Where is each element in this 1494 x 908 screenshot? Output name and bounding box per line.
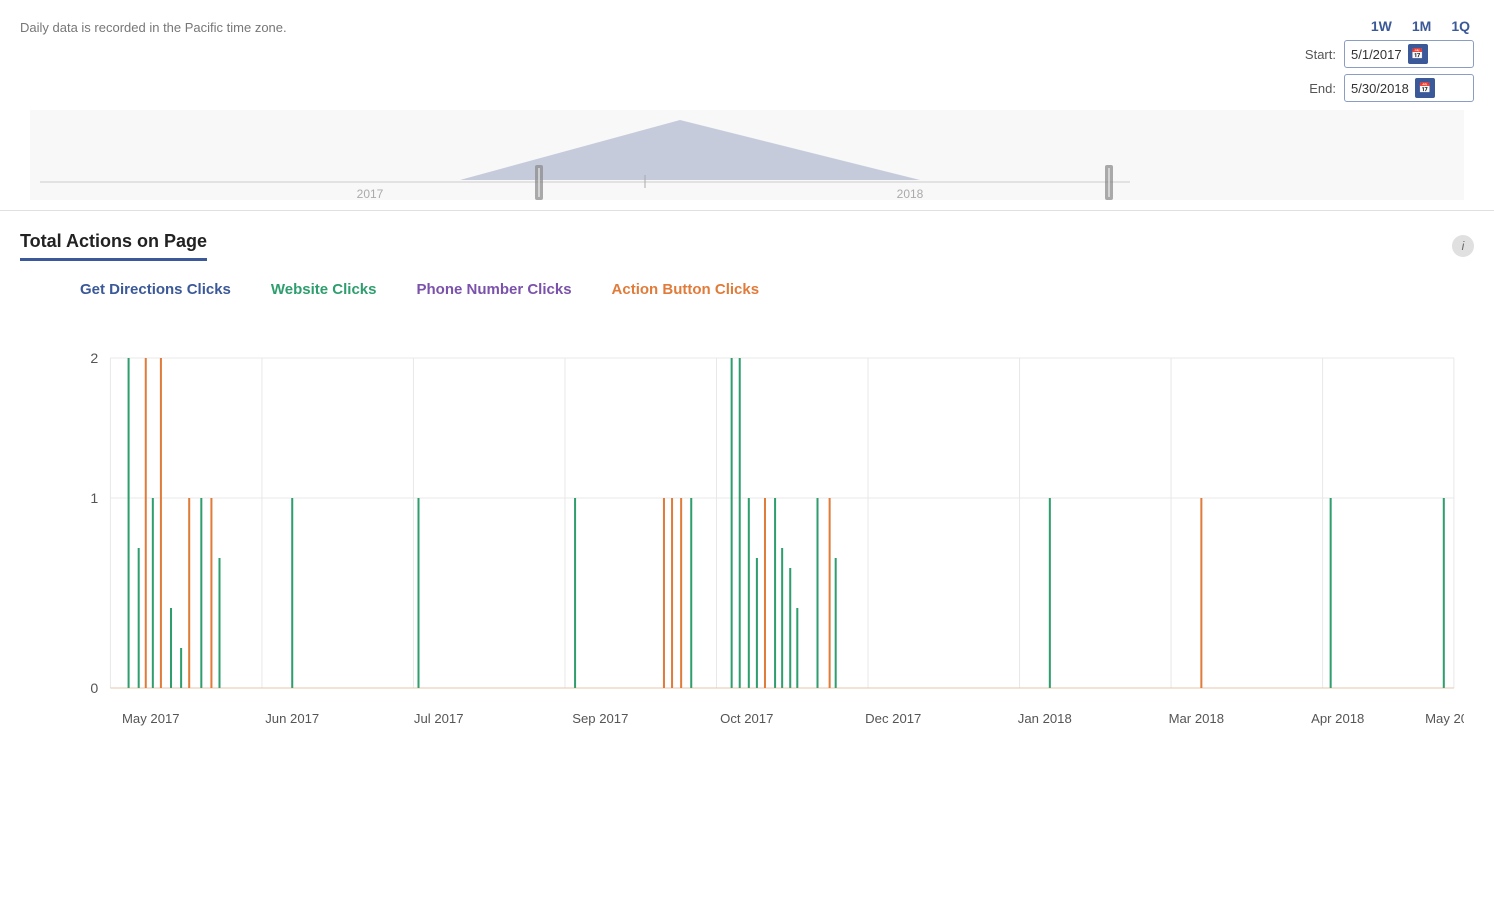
controls-right: 1W 1M 1Q Start: 5/1/2017 📅 End: 5/30/201…	[1301, 16, 1474, 102]
end-label: End:	[1301, 81, 1336, 96]
chart-container: 2 1 0	[70, 308, 1464, 748]
start-date-value: 5/1/2017	[1351, 47, 1402, 62]
svg-text:1: 1	[90, 490, 98, 506]
start-calendar-icon[interactable]: 📅	[1408, 44, 1428, 64]
legend-directions: Get Directions Clicks	[80, 281, 231, 298]
svg-text:Jan 2018: Jan 2018	[1018, 711, 1072, 726]
section-title: Total Actions on Page	[20, 231, 207, 261]
info-icon[interactable]: i	[1452, 235, 1474, 257]
start-date-input[interactable]: 5/1/2017 📅	[1344, 40, 1474, 68]
legend-website: Website Clicks	[271, 281, 377, 298]
minimap-svg: 2017 2018	[30, 110, 1464, 200]
end-calendar-icon[interactable]: 📅	[1415, 78, 1435, 98]
svg-text:May 2017: May 2017	[122, 711, 180, 726]
legend: Get Directions Clicks Website Clicks Pho…	[80, 281, 1474, 298]
svg-text:2017: 2017	[357, 187, 384, 200]
svg-text:Mar 2018: Mar 2018	[1169, 711, 1224, 726]
svg-text:2: 2	[90, 350, 98, 366]
svg-text:Jun 2017: Jun 2017	[265, 711, 319, 726]
svg-text:Apr 2018: Apr 2018	[1311, 711, 1364, 726]
start-date-row: Start: 5/1/2017 📅	[1301, 40, 1474, 68]
end-date-input[interactable]: 5/30/2018 📅	[1344, 74, 1474, 102]
section-header: Total Actions on Page i	[20, 231, 1474, 261]
start-label: Start:	[1301, 47, 1336, 62]
top-header: Daily data is recorded in the Pacific ti…	[20, 16, 1474, 102]
legend-phone: Phone Number Clicks	[417, 281, 572, 298]
svg-text:Sep 2017: Sep 2017	[572, 711, 628, 726]
period-1w-button[interactable]: 1W	[1367, 16, 1396, 36]
period-buttons: 1W 1M 1Q	[1367, 16, 1474, 36]
top-section: Daily data is recorded in the Pacific ti…	[0, 0, 1494, 211]
period-1q-button[interactable]: 1Q	[1447, 16, 1474, 36]
end-date-row: End: 5/30/2018 📅	[1301, 74, 1474, 102]
chart-svg: 2 1 0	[70, 308, 1464, 748]
svg-text:May 2018: May 2018	[1425, 711, 1464, 726]
svg-text:2018: 2018	[897, 187, 924, 200]
svg-text:Dec 2017: Dec 2017	[865, 711, 921, 726]
timezone-note: Daily data is recorded in the Pacific ti…	[20, 16, 287, 35]
svg-text:0: 0	[90, 680, 98, 696]
legend-action: Action Button Clicks	[612, 281, 760, 298]
svg-text:Oct 2017: Oct 2017	[720, 711, 773, 726]
minimap-area: 2017 2018	[20, 110, 1474, 200]
svg-text:Jul 2017: Jul 2017	[414, 711, 464, 726]
main-section: Total Actions on Page i Get Directions C…	[0, 211, 1494, 758]
end-date-value: 5/30/2018	[1351, 81, 1409, 96]
period-1m-button[interactable]: 1M	[1408, 16, 1435, 36]
date-controls: Start: 5/1/2017 📅 End: 5/30/2018 📅	[1301, 40, 1474, 102]
